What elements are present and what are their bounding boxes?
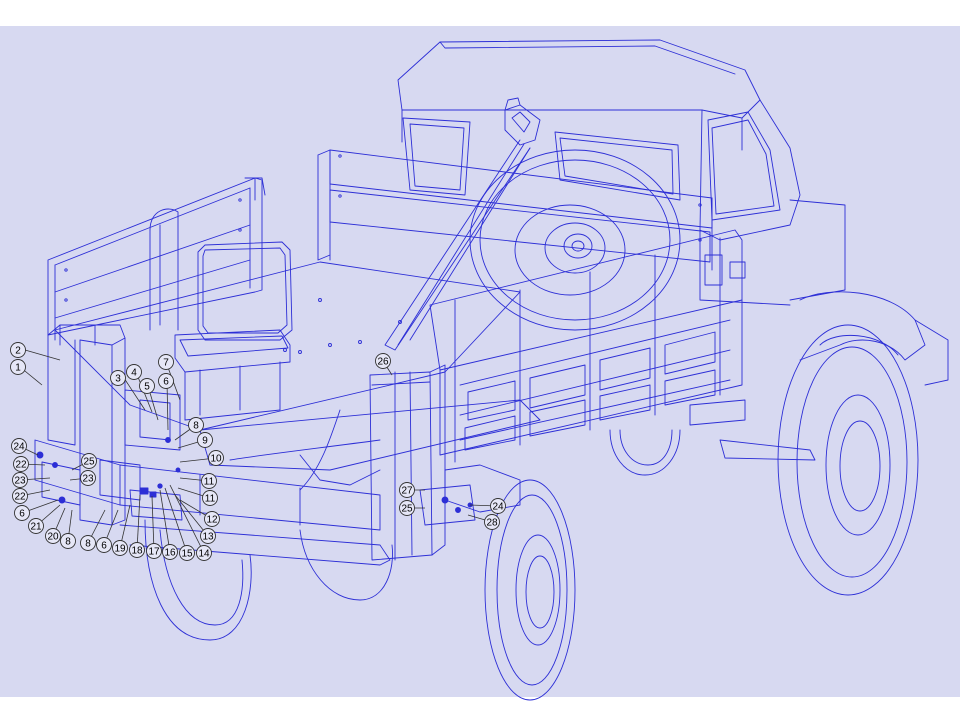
callout-8: 8 xyxy=(80,535,96,551)
callout-22: 22 xyxy=(13,456,29,472)
callout-label: 2 xyxy=(15,346,21,357)
callout-19: 19 xyxy=(112,540,128,556)
callout-14: 14 xyxy=(196,545,212,561)
callout-label: 25 xyxy=(83,457,95,468)
callout-label: 15 xyxy=(181,549,193,560)
callout-25: 25 xyxy=(81,453,97,469)
callout-7: 7 xyxy=(158,354,174,370)
callout-label: 26 xyxy=(377,357,389,368)
callout-26: 26 xyxy=(375,353,391,369)
callout-label: 13 xyxy=(202,532,214,543)
callout-label: 25 xyxy=(401,504,413,515)
callout-8: 8 xyxy=(188,417,204,433)
callout-label: 6 xyxy=(101,541,107,552)
callout-label: 22 xyxy=(14,492,26,503)
callout-label: 7 xyxy=(163,358,169,369)
diagram-background xyxy=(0,26,960,697)
callout-label: 10 xyxy=(210,454,222,465)
callout-label: 18 xyxy=(131,546,143,557)
callout-6: 6 xyxy=(14,505,30,521)
callout-label: 12 xyxy=(206,515,218,526)
callout-24: 24 xyxy=(11,438,27,454)
callout-22: 22 xyxy=(12,488,28,504)
callout-label: 27 xyxy=(401,486,413,497)
callout-11: 11 xyxy=(201,473,217,489)
callout-label: 4 xyxy=(131,368,137,379)
callout-label: 8 xyxy=(193,421,199,432)
callout-9: 9 xyxy=(197,432,213,448)
callout-6: 6 xyxy=(96,537,112,553)
callout-label: 16 xyxy=(164,548,176,559)
callout-label: 5 xyxy=(144,382,150,393)
callout-label: 6 xyxy=(163,377,169,388)
callout-23: 23 xyxy=(12,472,28,488)
callout-27: 27 xyxy=(399,482,415,498)
callout-23: 23 xyxy=(80,470,96,486)
callout-label: 6 xyxy=(19,509,25,520)
callout-label: 14 xyxy=(198,549,210,560)
callout-12: 12 xyxy=(204,511,220,527)
callout-21: 21 xyxy=(28,518,44,534)
callout-4: 4 xyxy=(126,364,142,380)
callout-5: 5 xyxy=(139,378,155,394)
callout-label: 28 xyxy=(486,518,498,529)
callout-label: 21 xyxy=(30,522,42,533)
callout-label: 17 xyxy=(148,547,160,558)
callout-16: 16 xyxy=(162,544,178,560)
callout-label: 23 xyxy=(82,474,94,485)
callout-18: 18 xyxy=(129,542,145,558)
callout-label: 8 xyxy=(65,537,71,548)
callout-label: 3 xyxy=(115,374,121,385)
callout-24: 24 xyxy=(490,498,506,514)
callout-label: 1 xyxy=(15,363,21,374)
callout-15: 15 xyxy=(179,545,195,561)
truck-diagram: 21345 67 2689102422 2523232211112725 2428121… xyxy=(0,26,960,701)
callout-label: 11 xyxy=(205,494,216,505)
callout-label: 23 xyxy=(14,476,26,487)
callout-28: 28 xyxy=(484,514,500,530)
callout-25: 25 xyxy=(399,500,415,516)
callout-10: 10 xyxy=(208,450,224,466)
callout-8: 8 xyxy=(60,533,76,549)
callout-2: 2 xyxy=(10,342,26,358)
callout-label: 19 xyxy=(114,544,126,555)
callout-label: 20 xyxy=(47,532,59,543)
callout-1: 1 xyxy=(10,359,26,375)
callout-label: 9 xyxy=(202,436,208,447)
callout-label: 11 xyxy=(204,477,215,488)
callout-label: 8 xyxy=(85,539,91,550)
callout-13: 13 xyxy=(200,528,216,544)
callout-label: 24 xyxy=(13,442,25,453)
callout-20: 20 xyxy=(45,528,61,544)
callout-label: 22 xyxy=(15,460,27,471)
callout-11: 11 xyxy=(202,490,218,506)
callout-3: 3 xyxy=(110,370,126,386)
callout-17: 17 xyxy=(146,543,162,559)
callout-6: 6 xyxy=(158,373,174,389)
callout-label: 24 xyxy=(492,502,504,513)
